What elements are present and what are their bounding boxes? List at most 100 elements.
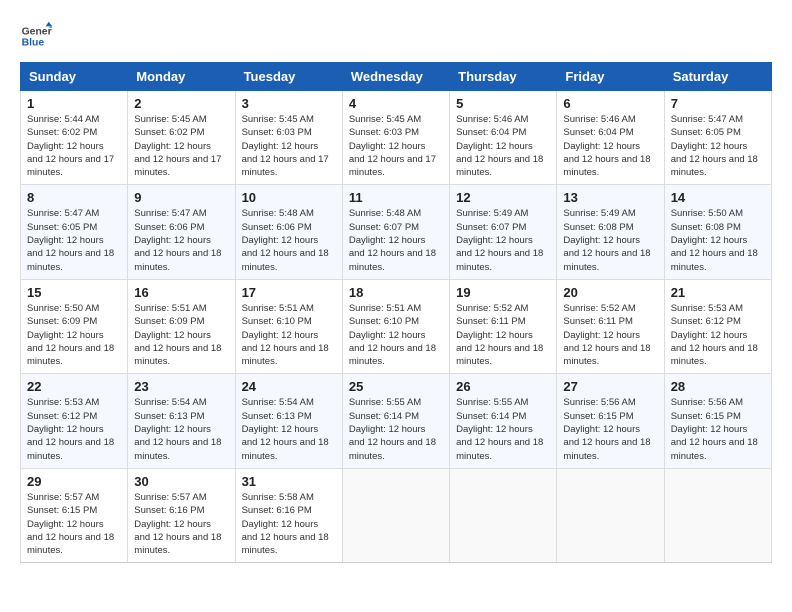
day-info: Sunrise: 5:45 AMSunset: 6:03 PMDaylight:…: [242, 113, 336, 179]
day-number: 13: [563, 190, 657, 205]
weekday-header-sunday: Sunday: [21, 63, 128, 91]
day-number: 8: [27, 190, 121, 205]
calendar-week-row: 22 Sunrise: 5:53 AMSunset: 6:12 PMDayligh…: [21, 374, 772, 468]
calendar-cell: 29Sunrise: 5:57 AMSunset: 6:15 PMDayligh…: [21, 468, 128, 562]
day-info: Sunrise: 5:49 AMSunset: 6:08 PMDaylight:…: [563, 207, 657, 273]
weekday-header-wednesday: Wednesday: [342, 63, 449, 91]
calendar-cell: 30 Sunrise: 5:57 AMSunset: 6:16 PMDayligh…: [128, 468, 235, 562]
calendar-cell: 25 Sunrise: 5:55 AMSunset: 6:14 PMDayligh…: [342, 374, 449, 468]
calendar-cell: 22 Sunrise: 5:53 AMSunset: 6:12 PMDayligh…: [21, 374, 128, 468]
day-number: 31: [242, 474, 336, 489]
day-number: 11: [349, 190, 443, 205]
day-number: 24: [242, 379, 336, 394]
day-info: Sunrise: 5:49 AMSunset: 6:07 PMDaylight:…: [456, 207, 550, 273]
day-info: Sunrise: 5:48 AMSunset: 6:06 PMDaylight:…: [242, 207, 336, 273]
calendar-cell: 21 Sunrise: 5:53 AMSunset: 6:12 PMDayligh…: [664, 279, 771, 373]
day-info: Sunrise: 5:51 AMSunset: 6:10 PMDaylight:…: [242, 302, 336, 368]
day-number: 26: [456, 379, 550, 394]
day-info: Sunrise: 5:57 AMSunset: 6:15 PMDaylight:…: [27, 491, 121, 557]
calendar-cell: 14 Sunrise: 5:50 AMSunset: 6:08 PMDayligh…: [664, 185, 771, 279]
day-number: 2: [134, 96, 228, 111]
calendar-cell: 31 Sunrise: 5:58 AMSunset: 6:16 PMDayligh…: [235, 468, 342, 562]
calendar-cell: 1Sunrise: 5:44 AMSunset: 6:02 PMDaylight…: [21, 91, 128, 185]
day-number: 19: [456, 285, 550, 300]
calendar-cell: 23Sunrise: 5:54 AMSunset: 6:13 PMDayligh…: [128, 374, 235, 468]
day-number: 22: [27, 379, 121, 394]
calendar-cell: 24 Sunrise: 5:54 AMSunset: 6:13 PMDayligh…: [235, 374, 342, 468]
day-info: Sunrise: 5:55 AMSunset: 6:14 PMDaylight:…: [456, 396, 550, 462]
calendar-cell: 2 Sunrise: 5:45 AMSunset: 6:02 PMDaylight…: [128, 91, 235, 185]
day-info: Sunrise: 5:47 AMSunset: 6:06 PMDaylight:…: [134, 207, 228, 273]
calendar-cell: 20 Sunrise: 5:52 AMSunset: 6:11 PMDayligh…: [557, 279, 664, 373]
day-info: Sunrise: 5:51 AMSunset: 6:09 PMDaylight:…: [134, 302, 228, 368]
day-info: Sunrise: 5:54 AMSunset: 6:13 PMDaylight:…: [134, 396, 228, 462]
calendar-cell: 9 Sunrise: 5:47 AMSunset: 6:06 PMDaylight…: [128, 185, 235, 279]
day-number: 17: [242, 285, 336, 300]
calendar-cell: 10 Sunrise: 5:48 AMSunset: 6:06 PMDayligh…: [235, 185, 342, 279]
calendar-week-row: 1Sunrise: 5:44 AMSunset: 6:02 PMDaylight…: [21, 91, 772, 185]
calendar-table: SundayMondayTuesdayWednesdayThursdayFrid…: [20, 62, 772, 563]
day-number: 6: [563, 96, 657, 111]
calendar-cell: 5 Sunrise: 5:46 AMSunset: 6:04 PMDaylight…: [450, 91, 557, 185]
day-number: 21: [671, 285, 765, 300]
weekday-header-friday: Friday: [557, 63, 664, 91]
day-info: Sunrise: 5:55 AMSunset: 6:14 PMDaylight:…: [349, 396, 443, 462]
day-number: 27: [563, 379, 657, 394]
day-number: 30: [134, 474, 228, 489]
calendar-cell: 26 Sunrise: 5:55 AMSunset: 6:14 PMDayligh…: [450, 374, 557, 468]
day-number: 12: [456, 190, 550, 205]
calendar-cell: 11Sunrise: 5:48 AMSunset: 6:07 PMDayligh…: [342, 185, 449, 279]
page-header: General Blue: [20, 20, 772, 52]
day-number: 14: [671, 190, 765, 205]
calendar-week-row: 29Sunrise: 5:57 AMSunset: 6:15 PMDayligh…: [21, 468, 772, 562]
day-info: Sunrise: 5:45 AMSunset: 6:03 PMDaylight:…: [349, 113, 443, 179]
day-info: Sunrise: 5:46 AMSunset: 6:04 PMDaylight:…: [456, 113, 550, 179]
calendar-week-row: 15 Sunrise: 5:50 AMSunset: 6:09 PMDayligh…: [21, 279, 772, 373]
calendar-cell: 15 Sunrise: 5:50 AMSunset: 6:09 PMDayligh…: [21, 279, 128, 373]
day-info: Sunrise: 5:50 AMSunset: 6:08 PMDaylight:…: [671, 207, 765, 273]
calendar-cell: 19Sunrise: 5:52 AMSunset: 6:11 PMDayligh…: [450, 279, 557, 373]
calendar-cell: [664, 468, 771, 562]
weekday-header-saturday: Saturday: [664, 63, 771, 91]
day-number: 20: [563, 285, 657, 300]
calendar-cell: 13 Sunrise: 5:49 AMSunset: 6:08 PMDayligh…: [557, 185, 664, 279]
day-info: Sunrise: 5:45 AMSunset: 6:02 PMDaylight:…: [134, 113, 228, 179]
calendar-cell: 28Sunrise: 5:56 AMSunset: 6:15 PMDayligh…: [664, 374, 771, 468]
calendar-cell: 3 Sunrise: 5:45 AMSunset: 6:03 PMDaylight…: [235, 91, 342, 185]
day-info: Sunrise: 5:58 AMSunset: 6:16 PMDaylight:…: [242, 491, 336, 557]
day-info: Sunrise: 5:44 AMSunset: 6:02 PMDaylight:…: [27, 113, 121, 179]
day-number: 18: [349, 285, 443, 300]
calendar-header-row: SundayMondayTuesdayWednesdayThursdayFrid…: [21, 63, 772, 91]
day-info: Sunrise: 5:47 AMSunset: 6:05 PMDaylight:…: [671, 113, 765, 179]
day-number: 15: [27, 285, 121, 300]
calendar-cell: 27 Sunrise: 5:56 AMSunset: 6:15 PMDayligh…: [557, 374, 664, 468]
weekday-header-thursday: Thursday: [450, 63, 557, 91]
day-number: 25: [349, 379, 443, 394]
calendar-cell: [557, 468, 664, 562]
calendar-cell: 16Sunrise: 5:51 AMSunset: 6:09 PMDayligh…: [128, 279, 235, 373]
day-info: Sunrise: 5:54 AMSunset: 6:13 PMDaylight:…: [242, 396, 336, 462]
calendar-cell: 7 Sunrise: 5:47 AMSunset: 6:05 PMDaylight…: [664, 91, 771, 185]
day-number: 7: [671, 96, 765, 111]
day-info: Sunrise: 5:53 AMSunset: 6:12 PMDaylight:…: [671, 302, 765, 368]
calendar-cell: [342, 468, 449, 562]
weekday-header-monday: Monday: [128, 63, 235, 91]
day-info: Sunrise: 5:46 AMSunset: 6:04 PMDaylight:…: [563, 113, 657, 179]
day-info: Sunrise: 5:56 AMSunset: 6:15 PMDaylight:…: [563, 396, 657, 462]
day-info: Sunrise: 5:52 AMSunset: 6:11 PMDaylight:…: [563, 302, 657, 368]
day-info: Sunrise: 5:53 AMSunset: 6:12 PMDaylight:…: [27, 396, 121, 462]
day-number: 10: [242, 190, 336, 205]
day-info: Sunrise: 5:57 AMSunset: 6:16 PMDaylight:…: [134, 491, 228, 557]
day-number: 5: [456, 96, 550, 111]
calendar-cell: [450, 468, 557, 562]
svg-text:General: General: [22, 26, 52, 37]
svg-text:Blue: Blue: [22, 38, 45, 49]
calendar-cell: 18Sunrise: 5:51 AMSunset: 6:10 PMDayligh…: [342, 279, 449, 373]
calendar-cell: 12 Sunrise: 5:49 AMSunset: 6:07 PMDayligh…: [450, 185, 557, 279]
day-info: Sunrise: 5:50 AMSunset: 6:09 PMDaylight:…: [27, 302, 121, 368]
day-number: 3: [242, 96, 336, 111]
calendar-cell: 6 Sunrise: 5:46 AMSunset: 6:04 PMDaylight…: [557, 91, 664, 185]
day-number: 9: [134, 190, 228, 205]
weekday-header-tuesday: Tuesday: [235, 63, 342, 91]
day-number: 4: [349, 96, 443, 111]
